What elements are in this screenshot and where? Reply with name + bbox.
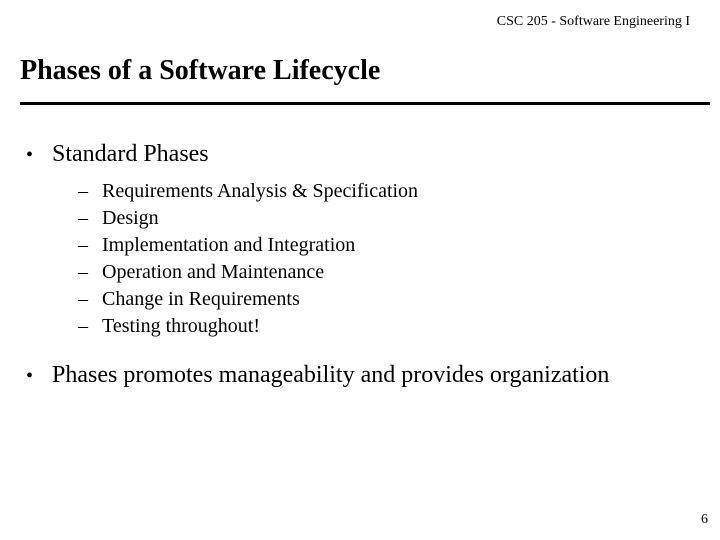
dash-icon: – <box>78 178 102 205</box>
sub-bullet-text: Change in Requirements <box>102 286 300 313</box>
content-area: • Standard Phases – Requirements Analysi… <box>20 135 710 393</box>
sub-bullet-item: – Design <box>78 205 710 232</box>
sub-bullet-text: Operation and Maintenance <box>102 259 324 286</box>
course-header: CSC 205 - Software Engineering I <box>497 14 690 30</box>
sub-bullet-text: Implementation and Integration <box>102 232 355 259</box>
sub-bullet-text: Requirements Analysis & Specification <box>102 178 418 205</box>
sub-bullet-list: – Requirements Analysis & Specification … <box>78 178 710 340</box>
sub-bullet-item: – Requirements Analysis & Specification <box>78 178 710 205</box>
bullet-dot-icon: • <box>20 145 52 165</box>
dash-icon: – <box>78 313 102 340</box>
sub-bullet-item: – Implementation and Integration <box>78 232 710 259</box>
bullet-text: Phases promotes manageability and provid… <box>52 362 609 389</box>
dash-icon: – <box>78 286 102 313</box>
bullet-manageability: • Phases promotes manageability and prov… <box>20 362 710 389</box>
bullet-standard-phases: • Standard Phases <box>20 141 710 168</box>
dash-icon: – <box>78 259 102 286</box>
page-number: 6 <box>701 512 708 528</box>
bullet-text: Standard Phases <box>52 141 209 168</box>
slide-title: Phases of a Software Lifecycle <box>20 55 380 87</box>
sub-bullet-text: Testing throughout! <box>102 313 260 340</box>
sub-bullet-text: Design <box>102 205 159 232</box>
bullet-dot-icon: • <box>20 366 52 386</box>
sub-bullet-item: – Testing throughout! <box>78 313 710 340</box>
sub-bullet-item: – Operation and Maintenance <box>78 259 710 286</box>
dash-icon: – <box>78 232 102 259</box>
dash-icon: – <box>78 205 102 232</box>
slide: CSC 205 - Software Engineering I Phases … <box>0 0 720 540</box>
title-rule <box>20 102 710 105</box>
sub-bullet-item: – Change in Requirements <box>78 286 710 313</box>
